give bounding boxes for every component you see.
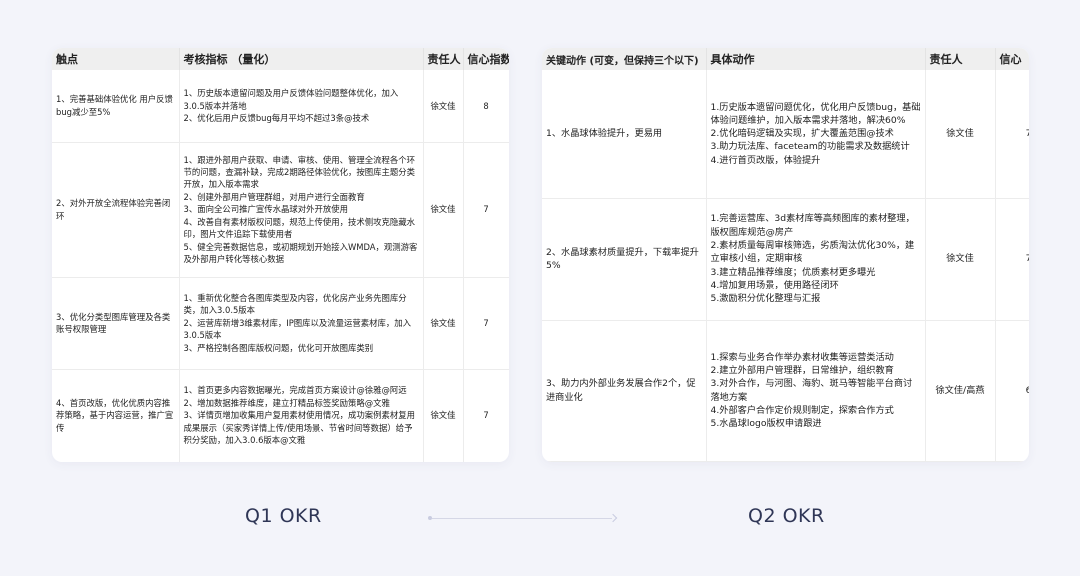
q1-touchpoint-cell: 1、完善基础体验优化 用户反馈bug减少至5% — [52, 70, 180, 143]
metric-line: 2、运营库新增3维素材库，IP图库以及流量运营素材库，加入3.0.5版本 — [183, 317, 412, 341]
detail-line: 5.水晶球logo版权申请跟进 — [710, 418, 822, 430]
q1-metrics-cell: 1、历史版本遗留问题及用户反馈体验问题整体优化，加入3.0.5版本并落地 2、优… — [179, 70, 424, 143]
q2-header-confidence: 信心 — [995, 48, 1029, 70]
q1-okr-table: 触点 考核指标 （量化） 责任人 信心指数 1、完善基础体验优化 用户反馈bug… — [52, 48, 509, 462]
table-row: 1、水晶球体验提升，更易用 1.历史版本遗留问题优化，优化用户反馈bug，基础体… — [542, 70, 1029, 199]
q1-owner-cell: 徐文佳 — [423, 142, 464, 278]
q2-owner-cell: 徐文佳 — [925, 70, 996, 199]
q2-details-cell: 1.历史版本遗留问题优化，优化用户反馈bug，基础体验问题维护，加入版本需求并落… — [706, 70, 926, 199]
q2-details-cell: 1.完善运营库、3d素材库等高频图库的素材整理，版权图库规范@房产 2.素材质量… — [706, 198, 926, 321]
connector-line — [432, 517, 612, 519]
metric-line: 2、增加数据推荐维度，建立打精品标签奖励策略@文雅 — [183, 397, 390, 408]
q1-confidence-cell: 7 — [463, 142, 509, 278]
q1-owner-cell: 徐文佳 — [423, 369, 464, 462]
q2-action-cell: 3、助力内外部业务发展合作2个，促进商业化 — [542, 320, 707, 462]
q1-touchpoint-cell: 2、对外开放全流程体验完善闭环 — [52, 142, 180, 278]
q1-okr-label: Q1 OKR — [245, 505, 322, 527]
arrow-connector-icon — [428, 513, 618, 523]
detail-line: 2.素材质量每周审核筛选，劣质淘汰优化30%，建立审核小组，定期审核 — [710, 240, 915, 265]
detail-line: 1.历史版本遗留问题优化，优化用户反馈bug，基础体验问题维护，加入版本需求并落… — [710, 101, 921, 126]
detail-line: 3.建立精品推荐维度；优质素材更多曝光 — [710, 266, 876, 278]
metric-line: 3、详情页增加收集用户复用素材使用情况，成功案例素材复用成果展示（买家秀详情上传… — [183, 410, 415, 446]
table-row: 1、完善基础体验优化 用户反馈bug减少至5% 1、历史版本遗留问题及用户反馈体… — [52, 70, 509, 143]
q2-header-row: 关键动作 (可变，但保持三个以下) 具体动作 责任人 信心 — [542, 48, 1029, 70]
q1-header-metrics: 考核指标 （量化） — [179, 48, 424, 70]
detail-line: 2.优化暗码逻辑及实现，扩大覆盖范围@技术 — [710, 128, 894, 140]
metric-line: 3、严格控制各图库版权问题，优化可开放图库类别 — [183, 342, 374, 353]
q2-confidence-cell: 7 — [995, 198, 1029, 321]
metric-line: 1、历史版本遗留问题及用户反馈体验问题整体优化，加入3.0.5版本并落地 — [183, 88, 399, 111]
q2-okr-table: 关键动作 (可变，但保持三个以下) 具体动作 责任人 信心 1、水晶球体验提升，… — [542, 48, 1029, 462]
q1-touchpoint-cell: 4、首页改版，优化优质内容推荐策略，基于内容运营，推广宣传 — [52, 369, 180, 462]
arrow-right-icon — [608, 513, 618, 523]
table-row: 3、助力内外部业务发展合作2个，促进商业化 1.探索与业务合作举办素材收集等运营… — [542, 320, 1029, 462]
detail-line: 1.完善运营库、3d素材库等高频图库的素材整理，版权图库规范@房产 — [710, 213, 915, 238]
q1-metrics-cell: 1、首页更多内容数据曝光，完成首页方案设计@徐雅@阿远 2、增加数据推荐维度，建… — [179, 369, 424, 462]
detail-line: 1.探索与业务合作举办素材收集等运营类活动 — [710, 351, 894, 363]
q2-owner-cell: 徐文佳 — [925, 198, 996, 321]
metric-line: 1、首页更多内容数据曝光，完成首页方案设计@徐雅@阿远 — [183, 385, 407, 396]
metric-line: 2、创建外部用户管理群组，对用户进行全面教育 — [183, 191, 365, 202]
q1-header-row: 触点 考核指标 （量化） 责任人 信心指数 — [52, 48, 509, 70]
detail-line: 4.外部客户合作定价规则制定，探索合作方式 — [710, 404, 894, 416]
q1-metrics-cell: 1、重新优化整合各图库类型及内容，优化房产业务先图库分类，加入3.0.5版本 2… — [179, 277, 424, 370]
detail-line: 3.对外合作，与河图、海豹、斑马等智能平台商讨落地方案 — [710, 378, 913, 403]
q2-header-action: 关键动作 (可变，但保持三个以下) — [542, 48, 707, 70]
q2-header-owner: 责任人 — [925, 48, 996, 70]
q1-header-touchpoint: 触点 — [52, 48, 180, 70]
table-row: 2、对外开放全流程体验完善闭环 1、跟进外部用户获取、申请、审核、使用、管理全流… — [52, 142, 509, 278]
q2-header-details: 具体动作 — [706, 48, 926, 70]
detail-line: 4.增加复用场景，使用路径闭环 — [710, 279, 839, 291]
q1-confidence-cell: 8 — [463, 70, 509, 143]
q2-confidence-cell: 6 — [995, 320, 1029, 462]
q2-confidence-cell: 7 — [995, 70, 1029, 199]
q1-confidence-cell: 7 — [463, 277, 509, 370]
table-row: 3、优化分类型图库管理及各类账号权限管理 1、重新优化整合各图库类型及内容，优化… — [52, 277, 509, 370]
metric-line: 1、跟进外部用户获取、申请、审核、使用、管理全流程各个环节的问题，查漏补缺，完成… — [183, 154, 415, 190]
metric-line: 2、优化后用户反馈bug每月平均不超过3条@技术 — [183, 112, 370, 123]
q1-header-owner: 责任人 — [423, 48, 464, 70]
q1-owner-cell: 徐文佳 — [423, 277, 464, 370]
q2-action-cell: 2、水晶球素材质量提升，下载率提升5% — [542, 198, 707, 321]
q1-touchpoint-cell: 3、优化分类型图库管理及各类账号权限管理 — [52, 277, 180, 370]
metric-line: 5、健全完善数据信息，或初期规划开始接入WMDA，观测游客及外部用户转化等核心数… — [183, 241, 418, 264]
q2-owner-cell: 徐文佳/高燕 — [925, 320, 996, 462]
table-row: 4、首页改版，优化优质内容推荐策略，基于内容运营，推广宣传 1、首页更多内容数据… — [52, 369, 509, 462]
metric-line: 3、面向全公司推广宣传水晶球对外开放使用 — [183, 204, 348, 215]
q1-owner-cell: 徐文佳 — [423, 70, 464, 143]
detail-line: 2.建立外部用户管理群，日常维护，组织教育 — [710, 364, 894, 376]
q1-header-confidence: 信心指数 — [463, 48, 509, 70]
q1-metrics-cell: 1、跟进外部用户获取、申请、审核、使用、管理全流程各个环节的问题，查漏补缺，完成… — [179, 142, 424, 278]
table-row: 2、水晶球素材质量提升，下载率提升5% 1.完善运营库、3d素材库等高频图库的素… — [542, 198, 1029, 321]
detail-line: 3.助力玩法库、faceteam的功能需求及数据统计 — [710, 141, 910, 153]
detail-line: 4.进行首页改版，体验提升 — [710, 154, 821, 166]
q2-okr-label: Q2 OKR — [748, 505, 825, 527]
q2-action-cell: 1、水晶球体验提升，更易用 — [542, 70, 707, 199]
detail-line: 5.激励积分优化整理与汇报 — [710, 293, 821, 305]
q1-confidence-cell: 7 — [463, 369, 509, 462]
q1-okr-card: 触点 考核指标 （量化） 责任人 信心指数 1、完善基础体验优化 用户反馈bug… — [52, 48, 509, 462]
q2-details-cell: 1.探索与业务合作举办素材收集等运营类活动 2.建立外部用户管理群，日常维护，组… — [706, 320, 926, 462]
metric-line: 4、改善自有素材版权问题，规范上传使用，技术侧攻克隐藏水印，图片文件追踪下载使用… — [183, 216, 415, 240]
metric-line: 1、重新优化整合各图库类型及内容，优化房产业务先图库分类，加入3.0.5版本 — [183, 292, 407, 316]
q2-okr-card: 关键动作 (可变，但保持三个以下) 具体动作 责任人 信心 1、水晶球体验提升，… — [542, 48, 1029, 462]
